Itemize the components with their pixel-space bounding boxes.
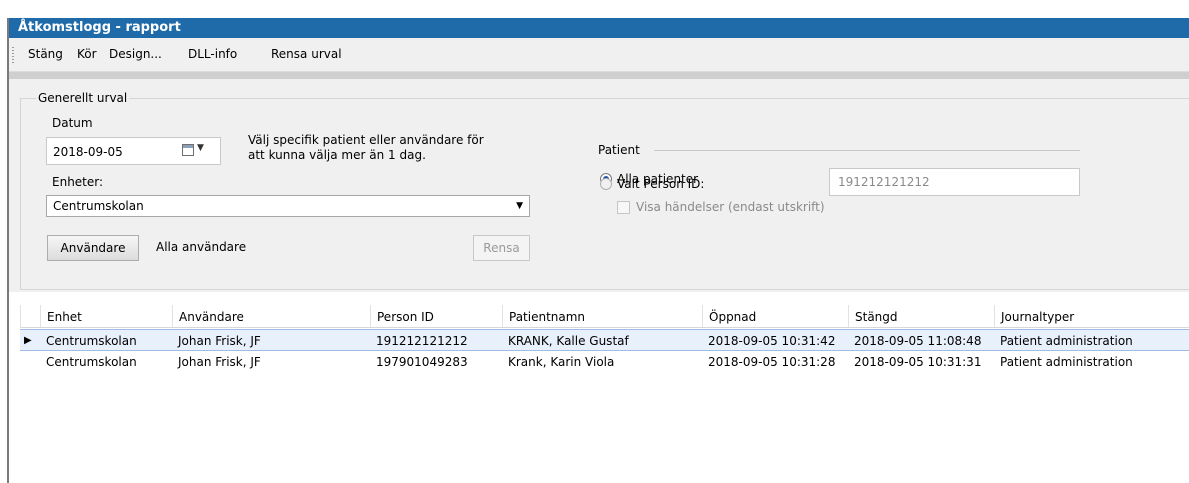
menu-dll-info[interactable]: DLL-info <box>188 47 237 61</box>
cell-opened: 2018-09-05 10:31:28 <box>708 355 836 369</box>
users-button[interactable]: Användare <box>47 235 139 261</box>
table-row[interactable]: Centrumskolan Johan Frisk, JF 1979010492… <box>20 351 1189 373</box>
clear-button[interactable]: Rensa <box>473 235 530 261</box>
row-header-column <box>20 305 40 327</box>
date-label: Datum <box>52 116 93 130</box>
menu-design[interactable]: Design... <box>109 47 162 61</box>
toolbar-grip[interactable] <box>12 47 14 63</box>
date-picker[interactable]: 2018-09-05 ▼ <box>46 137 221 165</box>
menu-close[interactable]: Stäng <box>28 47 63 61</box>
cell-opened: 2018-09-05 10:31:42 <box>708 334 836 348</box>
cell-closed: 2018-09-05 10:31:31 <box>854 355 982 369</box>
cell-patient-name: Krank, Karin Viola <box>508 355 615 369</box>
patient-group-label: Patient <box>598 143 640 157</box>
column-header-closed[interactable]: Stängd <box>848 305 994 327</box>
person-id-value: 191212121212 <box>838 175 930 189</box>
general-selection-label: Generellt urval <box>36 91 130 105</box>
cell-journal-types: Patient administration <box>1000 355 1133 369</box>
access-log-table: Enhet Användare Person ID Patientnamn Öp… <box>20 305 1189 483</box>
menu-separator <box>9 72 1189 79</box>
column-header-journal-types[interactable]: Journaltyper <box>994 305 1189 327</box>
selected-person-label: Valt Person ID: <box>617 177 705 191</box>
patient-group-divider <box>654 150 1080 151</box>
cell-closed: 2018-09-05 11:08:48 <box>854 334 982 348</box>
selected-person-radio[interactable] <box>600 178 612 190</box>
chevron-down-icon: ▼ <box>197 143 204 153</box>
menu-bar: Stäng Kör Design... DLL-info Rensa urval <box>9 38 1189 72</box>
menu-clear-selection[interactable]: Rensa urval <box>271 47 342 61</box>
calendar-icon <box>182 144 194 156</box>
cell-user: Johan Frisk, JF <box>178 355 261 369</box>
column-header-opened[interactable]: Öppnad <box>702 305 848 327</box>
date-value: 2018-09-05 <box>53 145 123 159</box>
hint-line-1: Välj specifik patient eller användare fö… <box>248 133 484 147</box>
calendar-dropdown-button[interactable]: ▼ <box>182 143 210 159</box>
chevron-down-icon: ▼ <box>516 201 523 211</box>
cell-person-id: 197901049283 <box>376 355 468 369</box>
users-value: Alla användare <box>156 240 247 254</box>
person-id-field[interactable]: 191212121212 <box>829 168 1080 196</box>
cell-user: Johan Frisk, JF <box>178 334 261 348</box>
table-header: Enhet Användare Person ID Patientnamn Öp… <box>20 305 1189 328</box>
units-value: Centrumskolan <box>53 199 144 213</box>
menu-run[interactable]: Kör <box>77 47 97 61</box>
units-select[interactable]: Centrumskolan ▼ <box>46 195 530 217</box>
window-title: Åtkomstlogg - rapport <box>18 20 181 35</box>
show-events-label: Visa händelser (endast utskrift) <box>636 200 825 214</box>
title-bar[interactable]: Åtkomstlogg - rapport <box>9 18 1189 38</box>
cell-unit: Centrumskolan <box>46 334 137 348</box>
column-header-unit[interactable]: Enhet <box>40 305 172 327</box>
cell-unit: Centrumskolan <box>46 355 137 369</box>
column-header-person-id[interactable]: Person ID <box>370 305 502 327</box>
cell-journal-types: Patient administration <box>1000 334 1133 348</box>
show-events-checkbox[interactable] <box>617 201 630 214</box>
units-label: Enheter: <box>52 175 104 189</box>
column-header-user[interactable]: Användare <box>172 305 370 327</box>
current-row-icon: ▶ <box>24 335 32 346</box>
column-header-patient-name[interactable]: Patientnamn <box>502 305 702 327</box>
cell-patient-name: KRANK, Kalle Gustaf <box>508 334 629 348</box>
cell-person-id: 191212121212 <box>376 334 468 348</box>
table-row[interactable]: ▶ Centrumskolan Johan Frisk, JF 19121212… <box>20 329 1189 351</box>
hint-line-2: att kunna välja mer än 1 dag. <box>248 148 426 162</box>
